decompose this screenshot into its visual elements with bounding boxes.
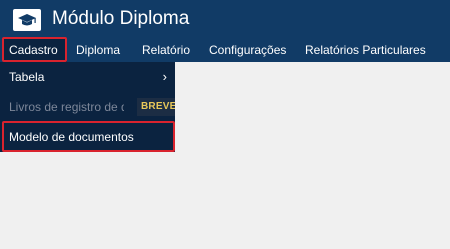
menu-item-livros-de-registro: Livros de registro de diplomas BREVE — [0, 92, 175, 122]
title-bar: Módulo Diploma — [0, 0, 450, 38]
graduation-cap-icon-svg — [18, 14, 36, 26]
menu-item-modelo-de-documentos[interactable]: Modelo de documentos — [0, 122, 175, 152]
menu-item-tabela[interactable]: Tabela › — [0, 62, 175, 92]
app-header: Módulo Diploma Cadastro Diploma Relatóri… — [0, 0, 450, 62]
nav-item-relatorio[interactable]: Relatório — [142, 38, 190, 62]
app-title: Módulo Diploma — [52, 8, 190, 29]
menu-item-livros-label: Livros de registro de diplomas — [9, 100, 124, 114]
menu-item-modelo-label: Modelo de documentos — [9, 130, 134, 144]
nav-item-relatorios-particulares[interactable]: Relatórios Particulares — [305, 38, 426, 62]
content-area — [175, 62, 450, 249]
nav-item-diploma[interactable]: Diploma — [76, 38, 120, 62]
graduation-cap-icon — [13, 9, 41, 31]
nav-item-cadastro[interactable]: Cadastro — [3, 38, 67, 62]
nav-item-configuracoes[interactable]: Configurações — [209, 38, 286, 62]
chevron-right-icon: › — [162, 69, 167, 84]
main-nav: Cadastro Diploma Relatório Configurações… — [0, 38, 450, 62]
cadastro-dropdown-menu: Tabela › Livros de registro de diplomas … — [0, 62, 175, 152]
coming-soon-badge: BREVE — [137, 98, 175, 116]
menu-item-tabela-label: Tabela — [9, 70, 45, 84]
